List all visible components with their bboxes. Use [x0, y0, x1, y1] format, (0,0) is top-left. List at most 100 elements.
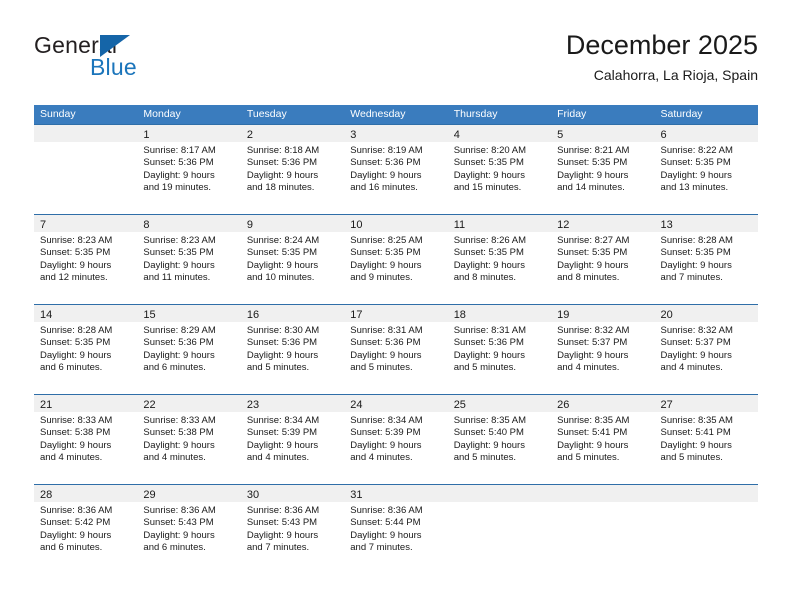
sunset-text: Sunset: 5:36 PM — [350, 337, 421, 349]
day-cell[interactable]: 20 Sunrise: 8:32 AM Sunset: 5:37 PM Dayl… — [654, 305, 758, 394]
day-cell[interactable]: 2 Sunrise: 8:18 AM Sunset: 5:36 PM Dayli… — [240, 125, 345, 214]
day-cell[interactable]: 18 Sunrise: 8:31 AM Sunset: 5:36 PM Dayl… — [447, 305, 552, 394]
weekday-thursday: Thursday — [453, 108, 498, 120]
sunrise-text: Sunrise: 8:27 AM — [557, 235, 630, 246]
day-cell[interactable]: 12 Sunrise: 8:27 AM Sunset: 5:35 PM Dayl… — [551, 215, 655, 304]
daylight-text-line1: Daylight: 9 hours — [350, 349, 422, 361]
sunrise-text: Sunrise: 8:32 AM — [557, 325, 630, 336]
daylight-text-line2: and 8 minutes. — [453, 271, 517, 283]
day-number-band: 28 — [34, 485, 138, 502]
daylight-text-line2: and 13 minutes. — [660, 181, 729, 193]
day-number: 3 — [350, 129, 357, 141]
day-cell[interactable]: 9 Sunrise: 8:24 AM Sunset: 5:35 PM Dayli… — [240, 215, 345, 304]
day-cell[interactable]: 16 Sunrise: 8:30 AM Sunset: 5:36 PM Dayl… — [240, 305, 345, 394]
day-cell[interactable]: 14 Sunrise: 8:28 AM Sunset: 5:35 PM Dayl… — [34, 305, 138, 394]
day-number: 23 — [246, 399, 260, 411]
day-cell[interactable]: 1 Sunrise: 8:17 AM Sunset: 5:36 PM Dayli… — [137, 125, 241, 214]
sunrise-text: Sunrise: 8:28 AM — [40, 325, 113, 336]
sunset-text: Sunset: 5:39 PM — [350, 427, 421, 439]
daylight-text-line1: Daylight: 9 hours — [246, 259, 319, 271]
daylight-text-line2: and 6 minutes. — [143, 361, 206, 373]
weekday-friday: Friday — [557, 108, 587, 120]
day-number-band: 29 — [137, 485, 241, 502]
sunset-text: Sunset: 5:35 PM — [40, 247, 111, 259]
sunrise-text: Sunrise: 8:23 AM — [40, 235, 113, 246]
day-cell[interactable]: 22 Sunrise: 8:33 AM Sunset: 5:38 PM Dayl… — [137, 395, 241, 484]
sunset-text: Sunset: 5:35 PM — [557, 157, 628, 169]
day-number-band: 21 — [34, 395, 138, 412]
day-info: Sunrise: 8:31 AM Sunset: 5:36 PM Dayligh… — [448, 322, 551, 374]
daylight-text-line2: and 5 minutes. — [453, 361, 517, 373]
day-cell — [654, 485, 758, 574]
day-number-band: 25 — [447, 395, 552, 412]
day-number: 30 — [246, 489, 260, 501]
day-number: 8 — [143, 219, 150, 231]
daylight-text-line1: Daylight: 9 hours — [246, 349, 319, 361]
day-cell[interactable]: 4 Sunrise: 8:20 AM Sunset: 5:35 PM Dayli… — [447, 125, 552, 214]
day-number: 22 — [143, 399, 156, 411]
day-cell[interactable]: 19 Sunrise: 8:32 AM Sunset: 5:37 PM Dayl… — [551, 305, 655, 394]
day-cell[interactable]: 27 Sunrise: 8:35 AM Sunset: 5:41 PM Dayl… — [654, 395, 758, 484]
day-number-band: 17 — [344, 305, 448, 322]
day-info: Sunrise: 8:23 AM Sunset: 5:35 PM Dayligh… — [137, 232, 240, 284]
day-info: Sunrise: 8:28 AM Sunset: 5:35 PM Dayligh… — [34, 322, 137, 374]
day-cell[interactable]: 5 Sunrise: 8:21 AM Sunset: 5:35 PM Dayli… — [551, 125, 655, 214]
brand-logo[interactable]: General Blue — [34, 32, 254, 94]
day-cell[interactable]: 25 Sunrise: 8:35 AM Sunset: 5:40 PM Dayl… — [447, 395, 552, 484]
day-cell[interactable]: 24 Sunrise: 8:34 AM Sunset: 5:39 PM Dayl… — [344, 395, 448, 484]
day-info: Sunrise: 8:26 AM Sunset: 5:35 PM Dayligh… — [448, 232, 551, 284]
day-cell[interactable]: 13 Sunrise: 8:28 AM Sunset: 5:35 PM Dayl… — [654, 215, 758, 304]
day-cell[interactable]: 23 Sunrise: 8:34 AM Sunset: 5:39 PM Dayl… — [240, 395, 345, 484]
day-cell[interactable]: 6 Sunrise: 8:22 AM Sunset: 5:35 PM Dayli… — [654, 125, 758, 214]
sunset-text: Sunset: 5:35 PM — [143, 247, 214, 259]
day-info — [551, 502, 654, 505]
day-cell — [447, 485, 552, 574]
daylight-text-line1: Daylight: 9 hours — [453, 169, 525, 181]
day-cell[interactable]: 10 Sunrise: 8:25 AM Sunset: 5:35 PM Dayl… — [344, 215, 448, 304]
sunset-text: Sunset: 5:39 PM — [246, 427, 318, 439]
day-info: Sunrise: 8:34 AM Sunset: 5:39 PM Dayligh… — [344, 412, 447, 464]
day-info: Sunrise: 8:33 AM Sunset: 5:38 PM Dayligh… — [34, 412, 137, 464]
day-number: 20 — [660, 309, 673, 321]
sunrise-text: Sunrise: 8:35 AM — [453, 415, 527, 426]
sunset-text: Sunset: 5:44 PM — [350, 517, 421, 529]
day-cell[interactable]: 3 Sunrise: 8:19 AM Sunset: 5:36 PM Dayli… — [344, 125, 448, 214]
day-number: 21 — [40, 399, 53, 411]
sunrise-text: Sunrise: 8:20 AM — [453, 145, 527, 156]
title-block: December 2025 Calahorra, La Rioja, Spain — [566, 28, 758, 86]
day-number-band: 18 — [447, 305, 552, 322]
daylight-text-line2: and 4 minutes. — [350, 451, 413, 463]
daylight-text-line1: Daylight: 9 hours — [246, 529, 319, 541]
daylight-text-line2: and 19 minutes. — [143, 181, 212, 193]
day-cell[interactable]: 11 Sunrise: 8:26 AM Sunset: 5:35 PM Dayl… — [447, 215, 552, 304]
day-number-band: 11 — [447, 215, 552, 232]
day-cell[interactable]: 15 Sunrise: 8:29 AM Sunset: 5:36 PM Dayl… — [137, 305, 241, 394]
sunset-text: Sunset: 5:35 PM — [453, 157, 524, 169]
sunrise-text: Sunrise: 8:26 AM — [453, 235, 527, 246]
day-number: 16 — [246, 309, 260, 321]
day-number-band: 31 — [344, 485, 448, 502]
day-cell[interactable]: 28 Sunrise: 8:36 AM Sunset: 5:42 PM Dayl… — [34, 485, 138, 574]
day-cell[interactable]: 31 Sunrise: 8:36 AM Sunset: 5:44 PM Dayl… — [344, 485, 448, 574]
day-number-band: 10 — [344, 215, 448, 232]
day-cell[interactable]: 29 Sunrise: 8:36 AM Sunset: 5:43 PM Dayl… — [137, 485, 241, 574]
sunrise-text: Sunrise: 8:36 AM — [350, 505, 423, 516]
day-cell[interactable]: 8 Sunrise: 8:23 AM Sunset: 5:35 PM Dayli… — [137, 215, 241, 304]
day-cell — [551, 485, 655, 574]
sunset-text: Sunset: 5:40 PM — [453, 427, 524, 439]
day-cell[interactable]: 7 Sunrise: 8:23 AM Sunset: 5:35 PM Dayli… — [34, 215, 138, 304]
day-number-band: 7 — [34, 215, 138, 232]
sunrise-text: Sunrise: 8:28 AM — [660, 235, 733, 246]
daylight-text-line1: Daylight: 9 hours — [350, 529, 422, 541]
daylight-text-line2: and 12 minutes. — [40, 271, 108, 283]
sunset-text: Sunset: 5:35 PM — [40, 337, 111, 349]
day-cell[interactable]: 30 Sunrise: 8:36 AM Sunset: 5:43 PM Dayl… — [240, 485, 345, 574]
day-cell[interactable]: 17 Sunrise: 8:31 AM Sunset: 5:36 PM Dayl… — [344, 305, 448, 394]
day-cell[interactable]: 21 Sunrise: 8:33 AM Sunset: 5:38 PM Dayl… — [34, 395, 138, 484]
day-cell[interactable]: 26 Sunrise: 8:35 AM Sunset: 5:41 PM Dayl… — [551, 395, 655, 484]
day-info — [34, 142, 137, 145]
daylight-text-line1: Daylight: 9 hours — [143, 529, 215, 541]
daylight-text-line2: and 5 minutes. — [350, 361, 413, 373]
sunrise-text: Sunrise: 8:35 AM — [660, 415, 733, 426]
day-info: Sunrise: 8:20 AM Sunset: 5:35 PM Dayligh… — [448, 142, 551, 194]
